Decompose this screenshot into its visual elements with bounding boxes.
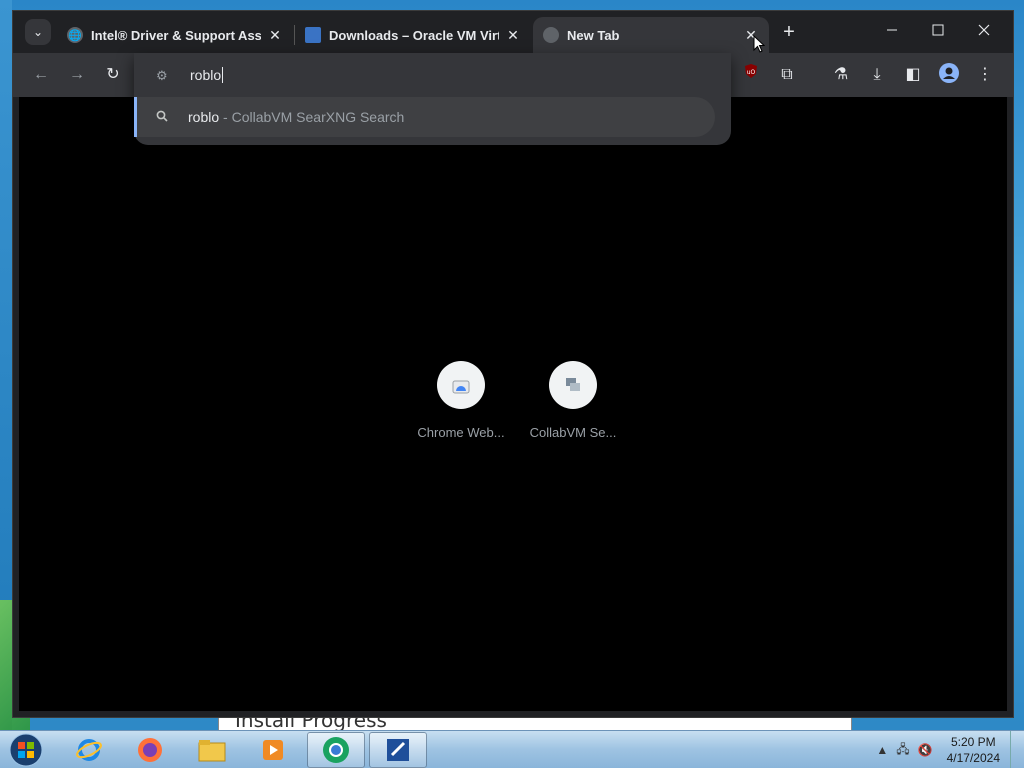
tab-title: New Tab [567, 27, 620, 43]
tab-new-tab[interactable]: New Tab ✕ [533, 17, 769, 53]
collabvm-icon [566, 378, 580, 391]
omnibox-dropdown: ⚙ roblo roblo - CollabVM SearXNG Search [134, 53, 731, 145]
tab-intel[interactable]: 🌐 Intel® Driver & Support Assist ✕ [57, 17, 293, 53]
taskbar-installer[interactable] [369, 732, 427, 768]
close-icon[interactable]: ✕ [505, 27, 521, 44]
arrow-right-icon: → [69, 66, 85, 83]
shortcut-tile [549, 361, 597, 409]
chrome-icon [323, 737, 349, 763]
globe-icon [543, 27, 559, 43]
taskbar-chrome[interactable] [307, 732, 365, 768]
maximize-button[interactable] [915, 17, 961, 47]
menu-button[interactable]: ⋮ [973, 63, 997, 87]
minimize-icon [887, 29, 897, 31]
reload-button[interactable]: ↻ [101, 63, 125, 87]
taskbar-media-player[interactable] [244, 732, 302, 768]
puzzle-icon: ⧉ [781, 66, 793, 83]
maximize-icon [932, 24, 944, 36]
windows-start-icon [9, 733, 43, 767]
omnibox-text: roblo [190, 67, 222, 83]
suggestion-engine: CollabVM SearXNG Search [231, 109, 405, 125]
labs-button[interactable]: ⚗ [829, 63, 853, 87]
tab-strip: ⌄ 🌐 Intel® Driver & Support Assist ✕ Dow… [13, 11, 1013, 53]
suggestion-separator: - [219, 109, 232, 125]
close-icon[interactable]: ✕ [267, 27, 283, 44]
taskbar-firefox[interactable] [121, 732, 179, 768]
media-player-icon [263, 740, 283, 760]
ublock-icon: uO [745, 64, 757, 78]
side-panel-icon: ◧ [905, 66, 921, 83]
download-icon: ⤓ [873, 66, 881, 83]
new-tab-page: Chrome Web... CollabVM Se... [19, 97, 1007, 711]
installer-icon [387, 739, 409, 761]
kebab-menu-icon: ⋮ [977, 66, 993, 83]
svg-text:uO: uO [747, 69, 756, 76]
downloads-button[interactable]: ⤓ [865, 63, 889, 87]
taskbar-file-explorer[interactable] [183, 732, 241, 768]
search-icon [156, 110, 168, 125]
extensions-button[interactable]: ⧉ [775, 63, 799, 87]
system-tray: ▲ 🖧 🔇 5:20 PM 4/17/2024 [868, 731, 1000, 768]
back-button[interactable]: ← [29, 63, 53, 87]
reload-icon: ↻ [106, 66, 120, 83]
tab-search-button[interactable]: ⌄ [25, 19, 51, 45]
shortcut-label: CollabVM Se... [529, 425, 617, 440]
taskbar-internet-explorer[interactable] [60, 732, 118, 768]
ublock-extension-button[interactable]: uO [739, 63, 763, 87]
show-desktop-button[interactable] [1010, 731, 1024, 768]
taskbar: ▲ 🖧 🔇 5:20 PM 4/17/2024 [0, 730, 1024, 768]
close-icon [978, 24, 990, 36]
clock-time: 5:20 PM [950, 735, 996, 749]
tab-title: Intel® Driver & Support Assist [91, 27, 261, 43]
arrow-left-icon: ← [33, 66, 49, 83]
volume-muted-icon[interactable]: 🔇 [918, 743, 933, 757]
virtualbox-icon [305, 27, 321, 43]
shortcut-tile [437, 361, 485, 409]
network-icon[interactable]: 🖧 [896, 740, 909, 761]
internet-explorer-icon [76, 739, 102, 761]
minimize-button[interactable] [869, 17, 915, 47]
search-engine-icon: ⚙ [156, 68, 168, 83]
side-panel-button[interactable]: ◧ [901, 63, 925, 87]
chevron-down-icon: ⌄ [32, 25, 44, 39]
show-hidden-icons-button[interactable]: ▲ [876, 743, 888, 757]
profile-button[interactable] [937, 63, 961, 87]
new-tab-button[interactable]: + [777, 21, 801, 45]
suggestion-query: roblo [188, 109, 220, 125]
shortcut-label: Chrome Web... [417, 425, 505, 440]
omnibox-suggestion[interactable]: roblo - CollabVM SearXNG Search [134, 97, 715, 137]
firefox-icon [138, 738, 162, 762]
close-window-button[interactable] [961, 17, 1007, 47]
globe-icon: 🌐 [67, 27, 83, 43]
start-button[interactable] [6, 731, 46, 768]
chrome-web-store-icon [452, 380, 470, 394]
omnibox-input[interactable]: ⚙ roblo [134, 53, 731, 97]
shortcut-chrome-web-store[interactable]: Chrome Web... [411, 361, 511, 440]
chrome-window: ⌄ 🌐 Intel® Driver & Support Assist ✕ Dow… [12, 10, 1014, 718]
avatar-icon [939, 63, 959, 83]
tab-downloads-virtualbox[interactable]: Downloads – Oracle VM Virtua ✕ [295, 17, 531, 53]
mouse-cursor-icon [753, 35, 765, 53]
shortcut-collabvm-search[interactable]: CollabVM Se... [523, 361, 623, 440]
text-caret [222, 67, 224, 83]
clock[interactable]: 5:20 PM 4/17/2024 [947, 734, 1000, 766]
file-explorer-icon [198, 740, 226, 762]
flask-icon: ⚗ [833, 66, 849, 83]
forward-button[interactable]: → [65, 63, 89, 87]
tab-title: Downloads – Oracle VM Virtua [329, 27, 499, 43]
clock-date: 4/17/2024 [946, 751, 1000, 765]
